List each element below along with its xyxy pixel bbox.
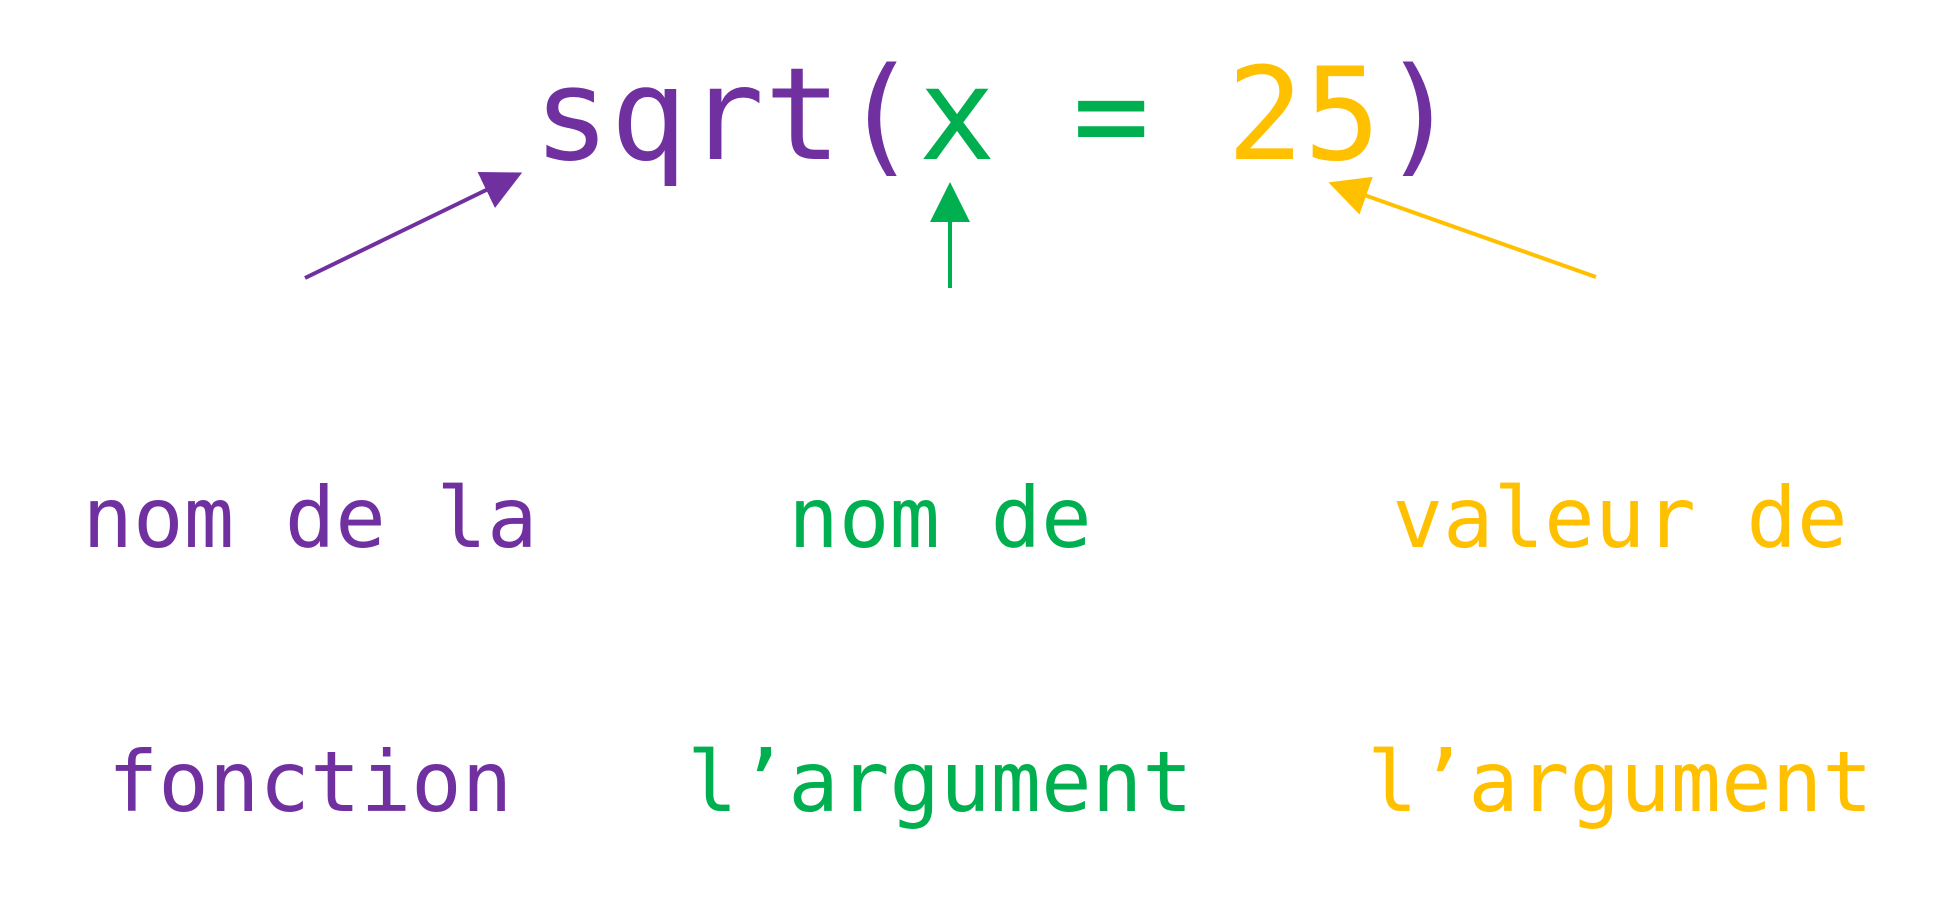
argument-value-label-line-1: valeur de <box>1392 469 1848 567</box>
argument-value-label-line-2: l’argument <box>1367 733 1873 831</box>
function-name-label-line-2: fonction <box>107 733 513 831</box>
argument-value-label: valeur de l’argument <box>1300 298 1940 914</box>
argument-name-label-line-2: l’argument <box>687 733 1193 831</box>
argument-name-label: nom de l’argument <box>630 298 1250 914</box>
argument-value-arrow <box>1328 176 1597 279</box>
argument-name-label-line-1: nom de <box>788 469 1092 567</box>
function-name-label: nom de la fonction <box>30 298 590 914</box>
function-name-arrow <box>304 171 523 280</box>
function-name-label-line-1: nom de la <box>82 469 538 567</box>
